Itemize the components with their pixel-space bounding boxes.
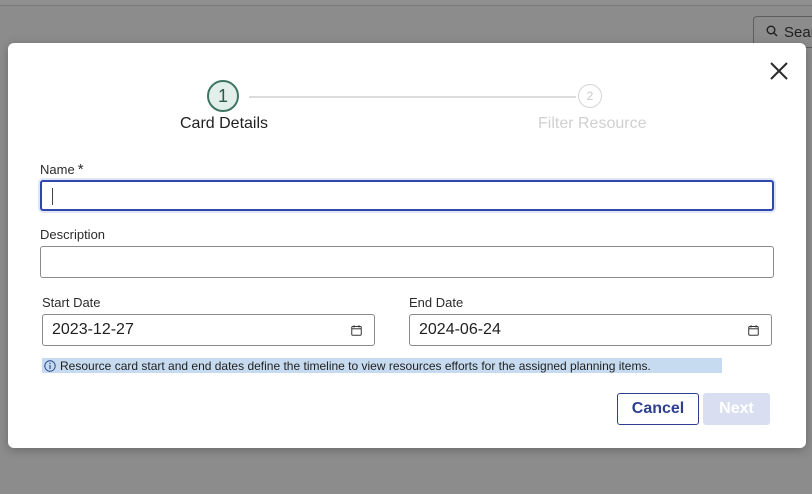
text-caret (52, 188, 53, 205)
create-card-modal: 1 2 Card Details Filter Resource Name * D… (8, 43, 806, 448)
step-1-label: Card Details (180, 115, 269, 132)
name-input[interactable] (40, 180, 774, 211)
step-2-label: Filter Resource (538, 115, 647, 132)
next-button[interactable]: Next (703, 393, 770, 425)
end-date-value: 2024-06-24 (419, 321, 501, 338)
calendar-icon[interactable] (748, 324, 759, 336)
date-info-message: Resource card start and end dates define… (42, 358, 722, 373)
description-field-label: Description (40, 227, 106, 242)
start-date-value: 2023-12-27 (52, 321, 134, 338)
end-date-input[interactable]: 2024-06-24 (409, 314, 772, 346)
close-icon (768, 62, 790, 86)
required-mark: * (77, 161, 84, 178)
name-label-text: Name (40, 162, 75, 177)
step-2-indicator: 2 (578, 84, 602, 108)
info-text: Resource card start and end dates define… (60, 358, 651, 373)
description-input[interactable] (40, 246, 774, 278)
step-1-indicator: 1 (207, 80, 239, 112)
start-date-input[interactable]: 2023-12-27 (42, 314, 375, 346)
name-field-label: Name * (40, 161, 84, 178)
background-search-label: Sear (784, 23, 812, 41)
close-button[interactable] (768, 60, 790, 82)
cancel-button[interactable]: Cancel (617, 393, 699, 425)
end-date-label: End Date (409, 295, 464, 310)
page-header-strip (0, 0, 812, 6)
calendar-icon[interactable] (351, 324, 362, 336)
info-icon (44, 359, 56, 372)
search-icon (766, 24, 778, 41)
start-date-label: Start Date (42, 295, 101, 310)
stepper-connector (249, 96, 576, 98)
